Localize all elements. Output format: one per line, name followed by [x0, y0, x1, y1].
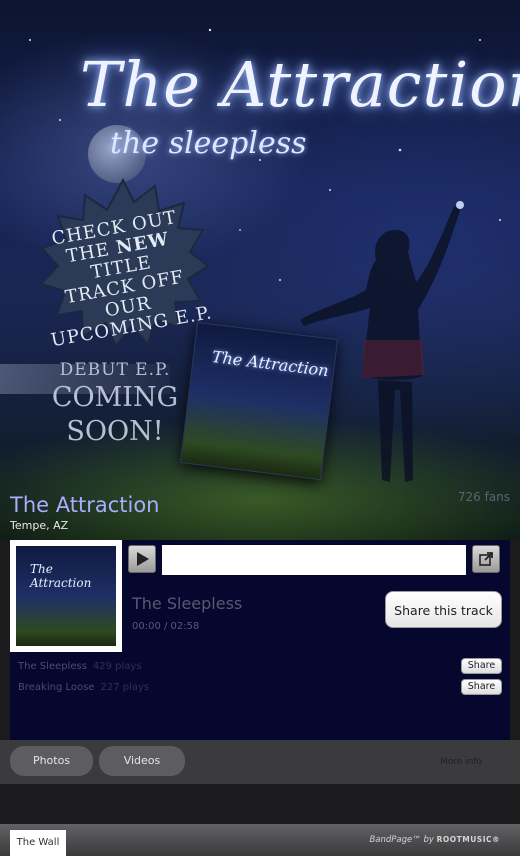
music-player: The Attraction The Sleepless 00:00 / 02:…	[10, 540, 510, 740]
footer-bar: The Wall BandPage™ by ROOTMUSIC®	[0, 824, 520, 856]
band-name[interactable]: The Attraction	[10, 493, 159, 517]
external-link-icon	[479, 552, 493, 566]
track-plays: 227 plays	[100, 682, 150, 693]
share-track-button[interactable]: Share this track	[385, 591, 502, 628]
track-plays: 429 plays	[92, 661, 142, 672]
player-cover-art: The Attraction	[10, 540, 122, 652]
popout-button[interactable]	[472, 545, 500, 573]
girl-silhouette	[300, 206, 460, 482]
powered-prefix: BandPage™ by	[369, 835, 437, 845]
debut-announcement: DEBUT E.P. COMING SOON!	[30, 360, 200, 448]
progress-bar[interactable]	[162, 545, 466, 575]
tab-the-wall[interactable]: The Wall	[10, 830, 66, 856]
tabs-bar: Photos Videos More info	[0, 740, 520, 784]
logo-title: The Attraction	[80, 48, 520, 121]
track-row[interactable]: Breaking Loose 227 plays Share	[18, 679, 502, 698]
current-track-title: The Sleepless	[132, 594, 243, 613]
tab-videos[interactable]: Videos	[99, 746, 185, 776]
track-time: 00:00 / 02:58	[132, 621, 200, 632]
track-share-button[interactable]: Share	[461, 658, 502, 674]
play-button[interactable]	[128, 545, 156, 573]
rootmusic-brand: ROOTMUSIC®	[436, 835, 500, 844]
debut-line-3: SOON!	[66, 416, 164, 447]
logo-subtitle: the sleepless	[110, 126, 307, 161]
tab-photos[interactable]: Photos	[10, 746, 93, 776]
more-info-link[interactable]: More info	[440, 757, 482, 767]
play-icon	[137, 552, 149, 566]
debut-line-1: DEBUT E.P.	[59, 360, 171, 380]
debut-line-2: COMING	[51, 382, 179, 413]
track-row[interactable]: The Sleepless 429 plays Share	[18, 658, 502, 677]
track-share-button[interactable]: Share	[461, 679, 502, 695]
track-name[interactable]: Breaking Loose	[18, 682, 94, 693]
band-location: Tempe, AZ	[10, 519, 69, 532]
cover-art-title: The Attraction	[30, 562, 92, 590]
track-name[interactable]: The Sleepless	[18, 661, 87, 672]
band-logo: The Attraction	[80, 48, 520, 138]
powered-by[interactable]: BandPage™ by ROOTMUSIC®	[369, 835, 500, 845]
fan-count: 726 fans	[457, 490, 510, 504]
hero-banner: The Attraction the sleepless CHECK OUT T…	[0, 0, 520, 540]
